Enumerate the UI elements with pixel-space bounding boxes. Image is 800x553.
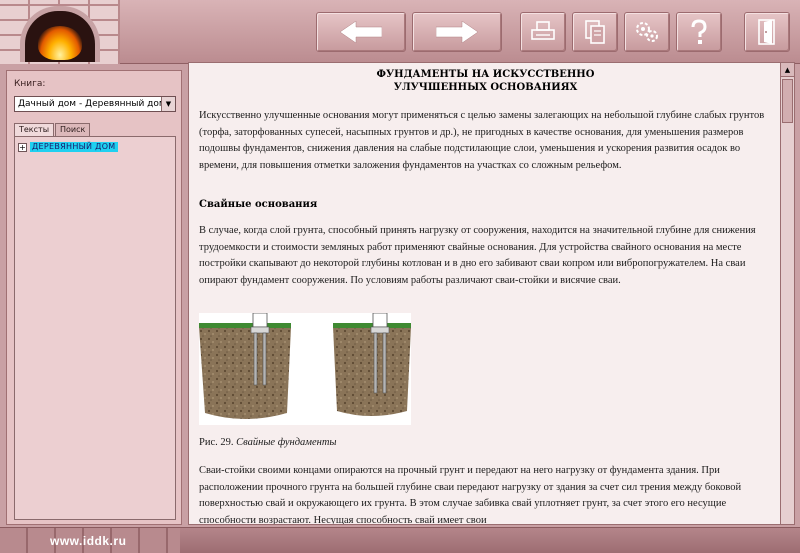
fireplace-logo xyxy=(0,0,120,64)
section-heading: Свайные основания xyxy=(199,199,318,210)
document-title-line1: ФУНДАМЕНТЫ НА ИСКУССТВЕННО xyxy=(376,69,595,80)
printer-icon xyxy=(531,21,555,40)
book-select-value: Дачный дом - Деревянный дом xyxy=(18,99,166,109)
figure-caption-text: Свайные фундаменты xyxy=(236,437,337,448)
book-label: Книга: xyxy=(14,79,46,89)
figure-caption-prefix: Рис. 29. xyxy=(199,437,234,448)
footer-brand: www.iddk.ru xyxy=(0,528,180,553)
panel-tabs: Тексты Поиск xyxy=(14,123,91,137)
exit-button[interactable] xyxy=(744,12,790,52)
navigation-panel: Книга: Дачный дом - Деревянный дом ▼ Тек… xyxy=(6,70,182,525)
tree-item-label[interactable]: ДЕРЕВЯННЫЙ ДОМ xyxy=(30,142,118,152)
book-select[interactable]: Дачный дом - Деревянный дом ▼ xyxy=(14,96,176,112)
expand-icon[interactable]: + xyxy=(18,142,27,152)
scroll-up-icon[interactable]: ▲ xyxy=(781,63,794,77)
door-exit-icon xyxy=(758,19,775,45)
vertical-scrollbar[interactable]: ▲ xyxy=(781,62,795,525)
contents-tree: + ДЕРЕВЯННЫЙ ДОМ xyxy=(14,136,176,520)
tree-item[interactable]: + ДЕРЕВЯННЫЙ ДОМ xyxy=(18,142,118,152)
flame-icon xyxy=(38,26,82,60)
app-header xyxy=(0,0,800,64)
tab-search[interactable]: Поиск xyxy=(55,123,91,137)
fireplace-icon xyxy=(20,6,100,62)
settings-button[interactable] xyxy=(624,12,670,52)
arrow-right-icon xyxy=(436,21,478,43)
pile-foundation-illustration xyxy=(199,312,411,419)
copy-icon xyxy=(585,20,605,44)
figure-caption: Рис. 29. Свайные фундаменты xyxy=(199,437,337,448)
footer-bar: www.iddk.ru xyxy=(0,527,800,553)
chevron-down-icon[interactable]: ▼ xyxy=(161,97,175,111)
document-view: ФУНДАМЕНТЫ НА ИСКУССТВЕННО УЛУЧШЕННЫХ ОС… xyxy=(188,62,781,525)
forward-button[interactable] xyxy=(412,12,502,52)
document-title: ФУНДАМЕНТЫ НА ИСКУССТВЕННО УЛУЧШЕННЫХ ОС… xyxy=(189,68,780,94)
copy-button[interactable] xyxy=(572,12,618,52)
back-button[interactable] xyxy=(316,12,406,52)
pile-foundation-figure xyxy=(199,312,411,425)
footer-url[interactable]: www.iddk.ru xyxy=(50,534,126,548)
paragraph-intro: Искусственно улучшенные основания могут … xyxy=(199,110,765,171)
document-title-line2: УЛУЧШЕННЫХ ОСНОВАНИЯХ xyxy=(393,82,578,93)
scroll-thumb[interactable] xyxy=(782,79,793,123)
gears-icon xyxy=(636,22,658,42)
print-button[interactable] xyxy=(520,12,566,52)
paragraph-end-bearing-piles: Сваи-стойки своими концами опираются на … xyxy=(199,465,742,525)
paragraph-piles: В случае, когда слой грунта, способный п… xyxy=(199,225,756,286)
tab-texts[interactable]: Тексты xyxy=(14,123,55,137)
question-icon xyxy=(691,19,707,44)
help-button[interactable] xyxy=(676,12,722,52)
arrow-left-icon xyxy=(340,21,382,43)
